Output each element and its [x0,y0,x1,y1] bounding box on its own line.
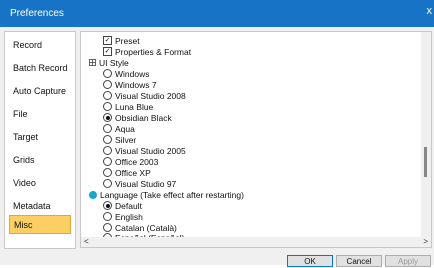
radio-icon[interactable] [103,102,112,112]
radio-icon[interactable] [103,69,112,79]
radio-icon[interactable] [103,146,112,156]
ui-style-option-vs2005[interactable]: Visual Studio 2005 [103,146,186,156]
language-group: Language (Take effect after restarting) [89,190,244,200]
sidebar-item-target[interactable]: Target [9,128,71,147]
sidebar-item-auto-capture[interactable]: Auto Capture [9,82,71,101]
option-label: Luna Blue [115,102,154,112]
option-label: Obsidian Black [115,113,172,123]
sidebar-item-misc[interactable]: Misc [9,215,71,234]
radio-icon[interactable] [103,135,112,145]
ui-style-option-office-xp[interactable]: Office XP [103,168,151,178]
ui-style-option-aqua[interactable]: Aqua [103,124,135,134]
option-label: Aqua [115,124,135,134]
ui-style-option-windows[interactable]: Windows [103,69,149,79]
sidebar-item-file[interactable]: File [9,105,71,124]
sidebar-item-metadata[interactable]: Metadata [9,197,71,216]
scroll-left-icon[interactable]: < [84,237,89,247]
option-label: Default [115,201,142,211]
ui-style-label: UI Style [99,58,129,68]
radio-icon[interactable] [103,179,112,189]
option-label: Office XP [115,168,151,178]
option-label: Catalan (Català) [115,223,177,233]
sidebar-item-video[interactable]: Video [9,174,71,193]
window-title: Preferences [10,8,64,19]
preset-label: Preset [115,36,140,46]
ui-style-option-vs2008[interactable]: Visual Studio 2008 [103,91,186,101]
option-label: Windows 7 [115,80,157,90]
horizontal-scrollbar[interactable]: < > [81,237,431,247]
radio-icon[interactable] [103,80,112,90]
ui-style-option-silver[interactable]: Silver [103,135,136,145]
apply-button[interactable]: Apply [385,255,431,267]
language-label: Language (Take effect after restarting) [100,190,244,200]
option-label: Visual Studio 2005 [115,146,186,156]
radio-icon[interactable] [103,157,112,167]
ui-style-option-obsidian-black[interactable]: Obsidian Black [103,113,172,123]
radio-icon[interactable] [103,124,112,134]
grid-group-icon [89,59,96,67]
checkbox-checked-icon[interactable]: ✓ [103,36,112,46]
language-option-default[interactable]: Default [103,201,142,211]
ok-button[interactable]: OK [287,255,333,267]
ui-style-group: UI Style [89,58,129,68]
title-bar: Preferences x [0,0,434,27]
scroll-right-icon[interactable]: > [423,237,428,247]
ui-style-option-vs97[interactable]: Visual Studio 97 [103,179,176,189]
option-label: Office 2003 [115,157,159,167]
scroll-thumb[interactable] [424,147,427,177]
language-option-english[interactable]: English [103,212,143,222]
properties-format-label: Properties & Format [115,47,192,57]
sidebar: Record Batch Record Auto Capture File Ta… [4,31,76,249]
option-label: Visual Studio 2008 [115,91,186,101]
sidebar-item-record[interactable]: Record [9,36,71,55]
radio-icon[interactable] [103,212,112,222]
vertical-scrollbar[interactable] [421,32,431,237]
radio-selected-icon[interactable] [103,113,112,123]
option-label: Visual Studio 97 [115,179,177,189]
close-icon[interactable]: x [427,5,433,17]
sidebar-item-grids[interactable]: Grids [9,151,71,170]
radio-icon[interactable] [103,223,112,233]
ui-style-option-luna-blue[interactable]: Luna Blue [103,102,153,112]
ui-style-option-windows-7[interactable]: Windows 7 [103,80,157,90]
preset-option[interactable]: ✓ Preset [103,36,140,46]
option-label: Silver [115,135,137,145]
settings-panel: ✓ Preset ✓ Properties & Format UI Style Wi… [80,31,432,248]
option-label: English [115,212,143,222]
globe-icon [89,190,97,199]
sidebar-item-batch-record[interactable]: Batch Record [9,59,71,78]
checkbox-checked-icon[interactable]: ✓ [103,47,112,57]
radio-icon[interactable] [103,168,112,178]
radio-icon[interactable] [103,91,112,101]
cancel-button[interactable]: Cancel [336,255,382,267]
radio-selected-icon[interactable] [103,201,112,211]
language-option-catalan[interactable]: Catalan (Català) [103,223,177,233]
option-label: Windows [115,69,150,79]
properties-format-option[interactable]: ✓ Properties & Format [103,47,191,57]
ui-style-option-office-2003[interactable]: Office 2003 [103,157,158,167]
